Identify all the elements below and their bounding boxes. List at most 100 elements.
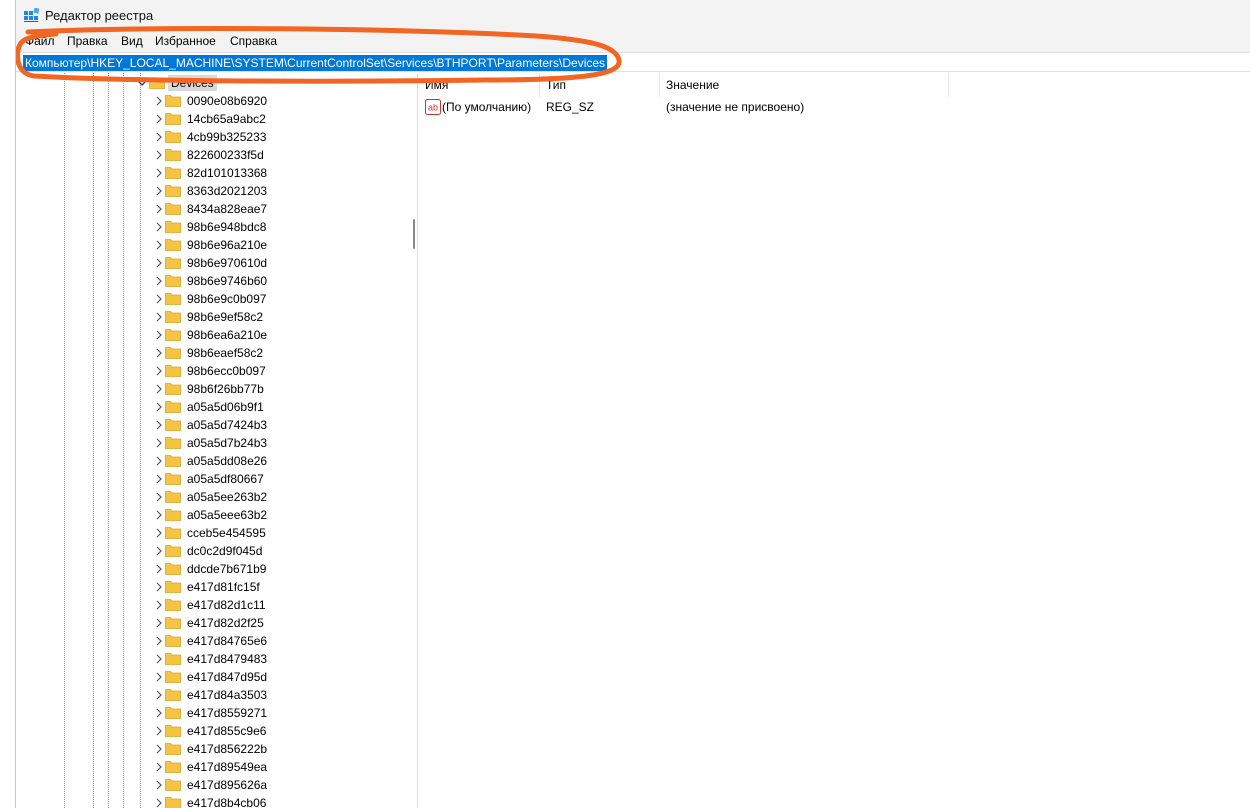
tree-node-key[interactable]: a05a5dd08e26: [16, 452, 396, 470]
chevron-right-icon[interactable]: [154, 761, 164, 773]
chevron-right-icon[interactable]: [154, 419, 164, 431]
tree-node-key[interactable]: 98b6e970610d: [16, 254, 396, 272]
tree-node-key[interactable]: 8434a828eae7: [16, 200, 396, 218]
chevron-right-icon[interactable]: [154, 617, 164, 629]
chevron-right-icon[interactable]: [154, 779, 164, 791]
column-header-name[interactable]: Имя: [419, 73, 540, 97]
chevron-right-icon[interactable]: [154, 149, 164, 161]
tree-node-key[interactable]: e417d82d1c11: [16, 596, 396, 614]
folder-icon: [165, 203, 181, 215]
tree-node-devices[interactable]: Devices: [16, 74, 396, 92]
chevron-right-icon[interactable]: [154, 581, 164, 593]
address-path[interactable]: Компьютер\HKEY_LOCAL_MACHINE\SYSTEM\Curr…: [23, 55, 608, 71]
chevron-right-icon[interactable]: [154, 509, 164, 521]
chevron-right-icon[interactable]: [154, 725, 164, 737]
chevron-right-icon[interactable]: [154, 95, 164, 107]
chevron-right-icon[interactable]: [154, 365, 164, 377]
chevron-right-icon[interactable]: [154, 185, 164, 197]
tree-node-key[interactable]: a05a5d7b24b3: [16, 434, 396, 452]
chevron-right-icon[interactable]: [154, 311, 164, 323]
tree-node-key[interactable]: dc0c2d9f045d: [16, 542, 396, 560]
chevron-right-icon[interactable]: [154, 383, 164, 395]
chevron-right-icon[interactable]: [154, 563, 164, 575]
tree-node-key[interactable]: a05a5d06b9f1: [16, 398, 396, 416]
tree-node-key[interactable]: e417d8559271: [16, 704, 396, 722]
tree-node-key[interactable]: 82d101013368: [16, 164, 396, 182]
chevron-right-icon[interactable]: [154, 455, 164, 467]
folder-icon: [165, 761, 181, 773]
tree-node-key[interactable]: e417d855c9e6: [16, 722, 396, 740]
tree-node-key[interactable]: cceb5e454595: [16, 524, 396, 542]
chevron-right-icon[interactable]: [154, 545, 164, 557]
chevron-right-icon[interactable]: [154, 329, 164, 341]
menu-favorites[interactable]: Избранное: [155, 34, 216, 48]
menu-edit[interactable]: Правка: [67, 34, 108, 48]
chevron-down-icon[interactable]: [137, 77, 147, 89]
tree-node-key[interactable]: e417d84765e6: [16, 632, 396, 650]
tree-node-key[interactable]: 98b6e9c0b097: [16, 290, 396, 308]
tree-node-key[interactable]: e417d82d2f25: [16, 614, 396, 632]
chevron-right-icon[interactable]: [154, 239, 164, 251]
chevron-right-icon[interactable]: [154, 707, 164, 719]
address-bar[interactable]: Компьютер\HKEY_LOCAL_MACHINE\SYSTEM\Curr…: [16, 52, 1250, 72]
chevron-right-icon[interactable]: [154, 167, 164, 179]
tree-node-key[interactable]: a05a5eee63b2: [16, 506, 396, 524]
value-row[interactable]: ab (По умолчанию) REG_SZ (значение не пр…: [419, 98, 959, 116]
tree-node-key[interactable]: e417d8479483: [16, 650, 396, 668]
tree-node-key[interactable]: ddcde7b671b9: [16, 560, 396, 578]
tree-node-key[interactable]: 98b6ecc0b097: [16, 362, 396, 380]
chevron-right-icon[interactable]: [154, 671, 164, 683]
tree-node-key[interactable]: e417d8b4cb06: [16, 794, 396, 808]
tree-node-key[interactable]: 8363d2021203: [16, 182, 396, 200]
chevron-right-icon[interactable]: [154, 689, 164, 701]
menu-view[interactable]: Вид: [121, 34, 143, 48]
menu-help[interactable]: Справка: [230, 34, 277, 48]
tree-node-key[interactable]: e417d81fc15f: [16, 578, 396, 596]
tree-node-key[interactable]: 98b6ea6a210e: [16, 326, 396, 344]
chevron-right-icon[interactable]: [154, 797, 164, 808]
chevron-right-icon[interactable]: [154, 599, 164, 611]
tree-node-key[interactable]: 98b6f26bb77b: [16, 380, 396, 398]
key-tree-pane[interactable]: Devices 0090e08b6920 14cb65a9abc2 4cb99b32…: [16, 73, 413, 808]
tree-node-key[interactable]: 98b6e96a210e: [16, 236, 396, 254]
splitter-grip[interactable]: [413, 219, 415, 249]
chevron-right-icon[interactable]: [154, 491, 164, 503]
chevron-right-icon[interactable]: [154, 473, 164, 485]
values-pane[interactable]: Имя Тип Значение ab (По умолчанию) REG_S…: [419, 73, 1250, 808]
tree-node-key[interactable]: 14cb65a9abc2: [16, 110, 396, 128]
chevron-right-icon[interactable]: [154, 257, 164, 269]
tree-node-key[interactable]: 98b6e9746b60: [16, 272, 396, 290]
tree-node-key[interactable]: 98b6e9ef58c2: [16, 308, 396, 326]
tree-node-key[interactable]: 98b6e948bdc8: [16, 218, 396, 236]
chevron-right-icon[interactable]: [154, 347, 164, 359]
chevron-right-icon[interactable]: [154, 113, 164, 125]
tree-node-key[interactable]: a05a5ee263b2: [16, 488, 396, 506]
tree-node-label: ddcde7b671b9: [187, 562, 267, 576]
chevron-right-icon[interactable]: [154, 653, 164, 665]
tree-node-key[interactable]: e417d856222b: [16, 740, 396, 758]
tree-node-label: dc0c2d9f045d: [187, 544, 263, 558]
column-header-value[interactable]: Значение: [660, 73, 949, 97]
tree-node-key[interactable]: 4cb99b325233: [16, 128, 396, 146]
tree-node-key[interactable]: a05a5df80667: [16, 470, 396, 488]
chevron-right-icon[interactable]: [154, 131, 164, 143]
chevron-right-icon[interactable]: [154, 527, 164, 539]
tree-node-key[interactable]: 98b6eaef58c2: [16, 344, 396, 362]
chevron-right-icon[interactable]: [154, 203, 164, 215]
tree-node-key[interactable]: 0090e08b6920: [16, 92, 396, 110]
column-header-type[interactable]: Тип: [540, 73, 660, 97]
tree-node-key[interactable]: e417d84a3503: [16, 686, 396, 704]
chevron-right-icon[interactable]: [154, 437, 164, 449]
tree-node-key[interactable]: e417d847d95d: [16, 668, 396, 686]
chevron-right-icon[interactable]: [154, 221, 164, 233]
chevron-right-icon[interactable]: [154, 275, 164, 287]
chevron-right-icon[interactable]: [154, 293, 164, 305]
tree-node-key[interactable]: e417d89549ea: [16, 758, 396, 776]
chevron-right-icon[interactable]: [154, 401, 164, 413]
chevron-right-icon[interactable]: [154, 635, 164, 647]
tree-node-key[interactable]: a05a5d7424b3: [16, 416, 396, 434]
tree-node-key[interactable]: 822600233f5d: [16, 146, 396, 164]
tree-node-key[interactable]: e417d895626a: [16, 776, 396, 794]
menu-file[interactable]: Файл: [25, 34, 55, 48]
chevron-right-icon[interactable]: [154, 743, 164, 755]
